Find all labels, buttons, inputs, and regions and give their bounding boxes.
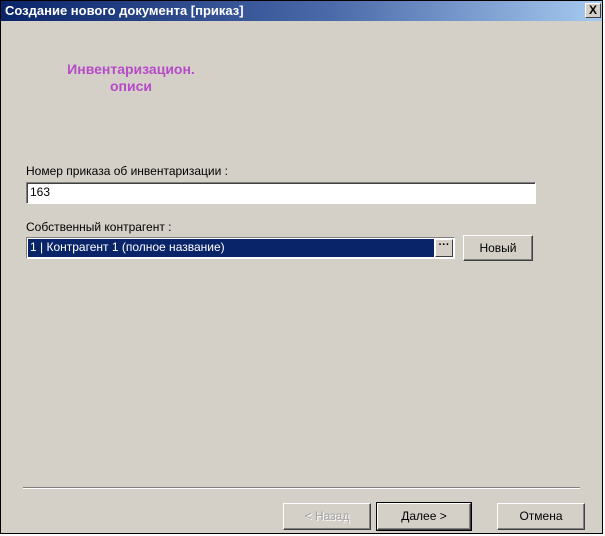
order-number-input[interactable]: 163 bbox=[26, 182, 536, 204]
title-bar: Создание нового документа [приказ] X bbox=[1, 1, 602, 21]
counterparty-browse-button[interactable]: ··· bbox=[435, 239, 453, 257]
order-number-label: Номер приказа об инвентаризации : bbox=[26, 164, 228, 178]
document-type-heading: Инвентаризацион. описи bbox=[41, 61, 221, 95]
ellipsis-icon: ··· bbox=[438, 239, 450, 251]
dialog-window: Создание нового документа [приказ] X Инв… bbox=[0, 0, 603, 534]
new-counterparty-button[interactable]: Новый bbox=[463, 235, 533, 261]
counterparty-label: Собственный контрагент : bbox=[26, 220, 172, 234]
counterparty-selected-value: 1 | Контрагент 1 (полное название) bbox=[28, 239, 434, 257]
document-type-line1: Инвентаризацион. bbox=[67, 61, 195, 77]
window-title: Создание нового документа [приказ] bbox=[5, 3, 244, 18]
footer-separator bbox=[23, 487, 580, 489]
back-button[interactable]: < Назад bbox=[283, 503, 371, 530]
cancel-button[interactable]: Отмена bbox=[497, 503, 585, 530]
document-type-line2: описи bbox=[109, 78, 152, 94]
counterparty-select[interactable]: 1 | Контрагент 1 (полное название) ··· bbox=[26, 237, 455, 259]
close-button[interactable]: X bbox=[585, 3, 601, 18]
next-button[interactable]: Далее > bbox=[376, 502, 472, 531]
close-icon: X bbox=[588, 3, 597, 17]
